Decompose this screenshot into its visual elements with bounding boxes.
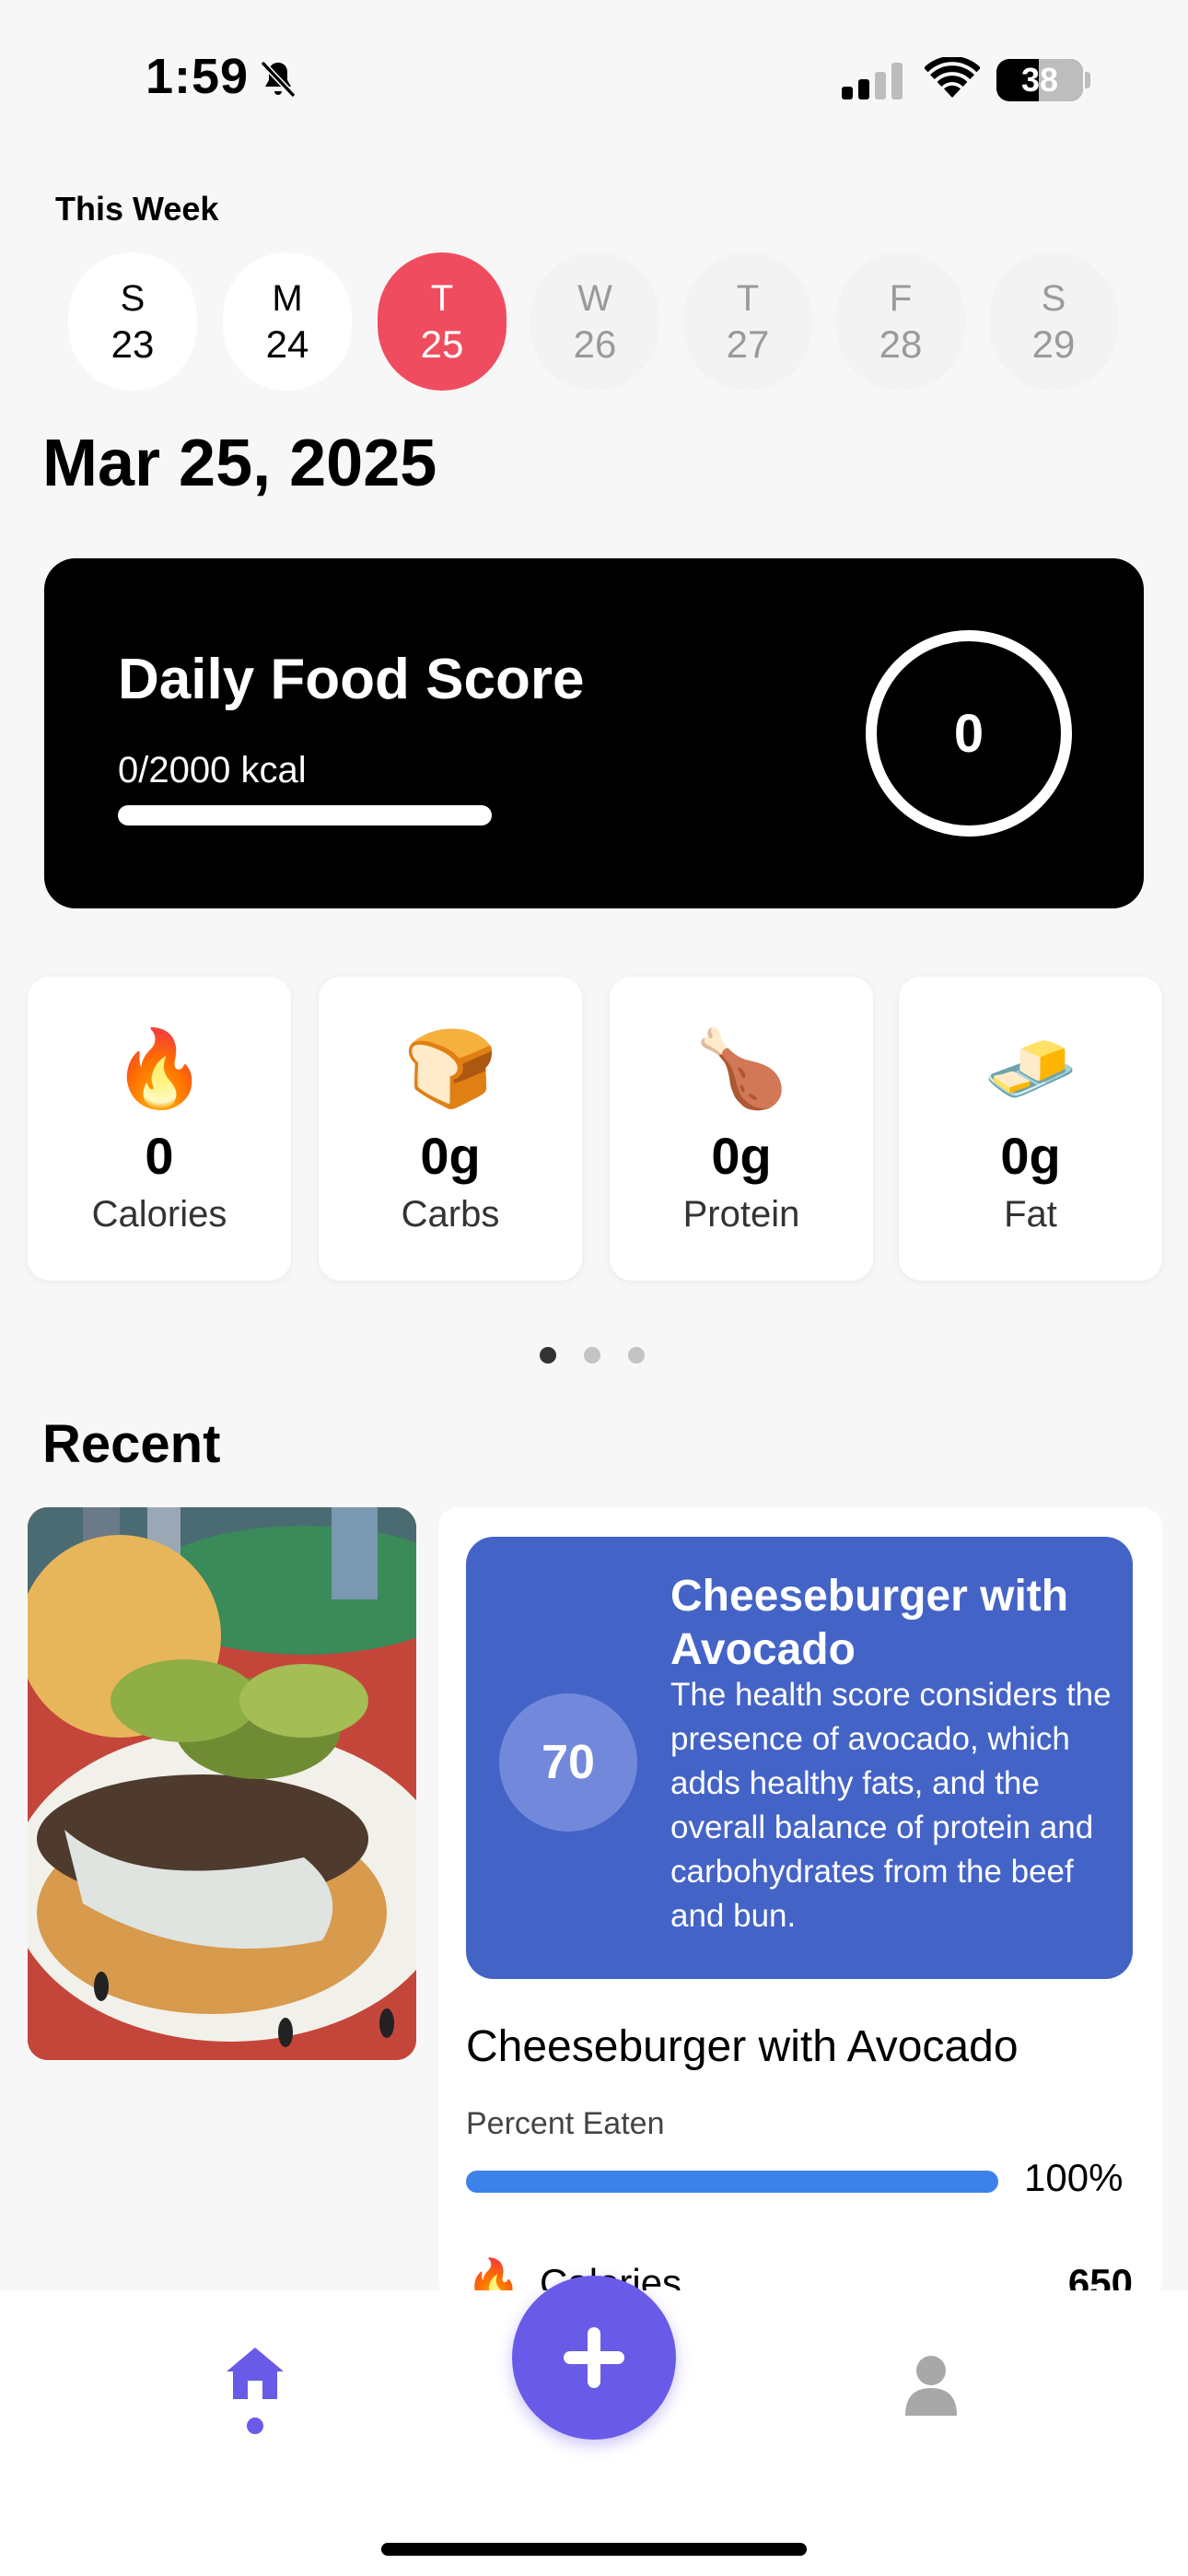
day-letter: W <box>577 278 612 319</box>
daily-score-card[interactable]: Daily Food Score 0/2000 kcal 0 <box>44 558 1144 908</box>
day-thu[interactable]: T 27 <box>683 252 812 391</box>
score-title: Daily Food Score <box>118 648 585 711</box>
week-label: This Week <box>55 190 219 228</box>
macro-card-protein[interactable]: 🍗 0g Protein <box>610 977 873 1281</box>
day-letter: S <box>120 278 146 319</box>
macro-value: 0 <box>145 1127 174 1185</box>
health-score-box: 70 Cheeseburger with Avocado The health … <box>466 1537 1133 1979</box>
battery-level: 38 <box>1020 61 1059 99</box>
home-indicator <box>381 2543 807 2556</box>
macro-card-calories[interactable]: 🔥 0 Calories <box>28 977 291 1281</box>
drumstick-icon: 🍗 <box>693 1027 789 1111</box>
day-sun[interactable]: S 23 <box>68 252 197 391</box>
day-number: 23 <box>111 322 155 366</box>
butter-icon: 🧈 <box>983 1027 1078 1111</box>
day-letter: F <box>889 278 913 319</box>
page-dot[interactable] <box>628 1347 645 1364</box>
recent-item-card[interactable]: 70 Cheeseburger with Avocado The health … <box>438 1507 1162 2300</box>
day-wed[interactable]: W 26 <box>530 252 659 391</box>
health-food-name: Cheeseburger with Avocado <box>670 1572 1069 1674</box>
bread-icon: 🍞 <box>402 1027 498 1111</box>
day-number: 28 <box>879 322 923 366</box>
health-score-badge: 70 <box>499 1693 637 1832</box>
score-kcal: 0/2000 kcal <box>118 750 307 790</box>
add-food-button[interactable] <box>512 2276 676 2440</box>
day-number: 29 <box>1031 322 1076 366</box>
week-selector: S 23 M 24 T 25 W 26 T 27 F 28 S 29 <box>68 252 1118 391</box>
day-letter: M <box>272 278 303 319</box>
health-description: The health score considers the presence … <box>670 1677 1112 1934</box>
macro-value: 0g <box>711 1127 772 1185</box>
macro-label: Fat <box>1004 1194 1057 1235</box>
bell-slash-icon <box>260 60 297 99</box>
day-sat[interactable]: S 29 <box>989 252 1118 391</box>
macro-value: 0g <box>1000 1127 1061 1185</box>
macro-card-carbs[interactable]: 🍞 0g Carbs <box>319 977 582 1281</box>
page-dot[interactable] <box>584 1347 600 1364</box>
percent-eaten-label: Percent Eaten <box>466 2106 665 2141</box>
status-time: 1:59 <box>146 49 250 104</box>
percent-eaten-bar[interactable] <box>466 2171 998 2193</box>
day-number: 26 <box>573 322 617 366</box>
percent-eaten-value: 100% <box>1024 2156 1124 2199</box>
home-icon[interactable] <box>225 2346 285 2401</box>
macro-label: Protein <box>682 1194 800 1235</box>
plus-icon <box>564 2327 624 2388</box>
day-fri[interactable]: F 28 <box>836 252 965 391</box>
food-name: Cheeseburger with Avocado <box>466 2022 1019 2071</box>
kcal-progress-bar <box>118 805 492 825</box>
person-icon[interactable] <box>904 2355 958 2416</box>
signal-icon <box>842 63 903 100</box>
page-indicator[interactable] <box>540 1347 650 1365</box>
macro-value: 0g <box>420 1127 481 1185</box>
food-photo[interactable] <box>28 1507 416 2060</box>
page-title-date: Mar 25, 2025 <box>42 427 437 500</box>
macro-label: Carbs <box>401 1194 500 1235</box>
day-tue-selected[interactable]: T 25 <box>378 252 507 391</box>
battery-cap <box>1085 72 1090 88</box>
score-value: 0 <box>953 703 984 764</box>
status-bar: 1:59 38 <box>0 0 1188 157</box>
day-mon[interactable]: M 24 <box>223 252 352 391</box>
day-letter: T <box>736 278 760 319</box>
day-number: 25 <box>420 322 464 366</box>
fire-icon: 🔥 <box>111 1027 207 1111</box>
recent-heading: Recent <box>42 1414 221 1474</box>
page-dot[interactable] <box>540 1347 556 1364</box>
active-tab-dot <box>247 2418 263 2434</box>
macro-label: Calories <box>91 1194 227 1235</box>
day-number: 27 <box>726 322 770 366</box>
wifi-icon <box>925 57 980 98</box>
macro-card-fat[interactable]: 🧈 0g Fat <box>899 977 1162 1281</box>
day-letter: S <box>1041 278 1066 319</box>
battery-icon: 38 <box>996 59 1083 101</box>
score-ring: 0 <box>866 630 1072 837</box>
day-number: 24 <box>265 322 309 366</box>
percent-eaten-fill <box>466 2171 998 2193</box>
day-letter: T <box>430 278 454 319</box>
